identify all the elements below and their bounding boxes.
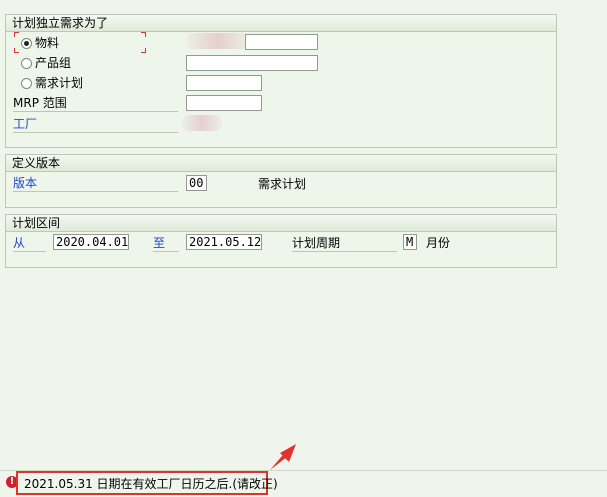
mrp-area-label: MRP 范围: [13, 95, 178, 112]
redacted-material-name: [186, 33, 250, 49]
to-label[interactable]: 至: [153, 235, 179, 252]
to-date-input[interactable]: 2021.05.12: [186, 234, 262, 250]
focus-indicator: [141, 48, 146, 53]
from-date-input[interactable]: 2020.04.01: [53, 234, 129, 250]
focus-indicator: [141, 32, 146, 37]
version-input[interactable]: 00: [186, 175, 207, 191]
requirements-plan-input[interactable]: [186, 75, 262, 91]
planning-period-label: 计划周期: [292, 235, 397, 252]
material-radio[interactable]: [21, 38, 32, 49]
material-input[interactable]: [245, 34, 318, 50]
product-group-radio-label[interactable]: 产品组: [35, 55, 71, 71]
status-message[interactable]: 2021.05.31 日期在有效工厂日历之后.(请改正): [24, 476, 278, 492]
product-group-input[interactable]: [186, 55, 318, 71]
from-label[interactable]: 从: [13, 235, 46, 252]
product-group-radio[interactable]: [21, 58, 32, 69]
group-title: 定义版本: [6, 155, 556, 172]
planning-period-description: 月份: [426, 236, 451, 250]
focus-indicator: [14, 32, 19, 37]
version-label[interactable]: 版本: [13, 175, 178, 192]
requirements-plan-radio[interactable]: [21, 78, 32, 89]
status-bar: ! 2021.05.31 日期在有效工厂日历之后.(请改正): [0, 470, 607, 497]
requirements-plan-radio-label[interactable]: 需求计划: [35, 75, 83, 91]
focus-indicator: [14, 48, 19, 53]
material-radio-label[interactable]: 物料: [35, 35, 59, 51]
group-title: 计划区间: [6, 215, 556, 232]
redacted-plant-input: [182, 115, 222, 131]
group-title: 计划独立需求为了: [6, 15, 556, 32]
mrp-area-input[interactable]: [186, 95, 262, 111]
version-description: 需求计划: [258, 177, 307, 191]
plant-label[interactable]: 工厂: [13, 116, 178, 133]
planning-period-input[interactable]: M: [403, 234, 417, 250]
